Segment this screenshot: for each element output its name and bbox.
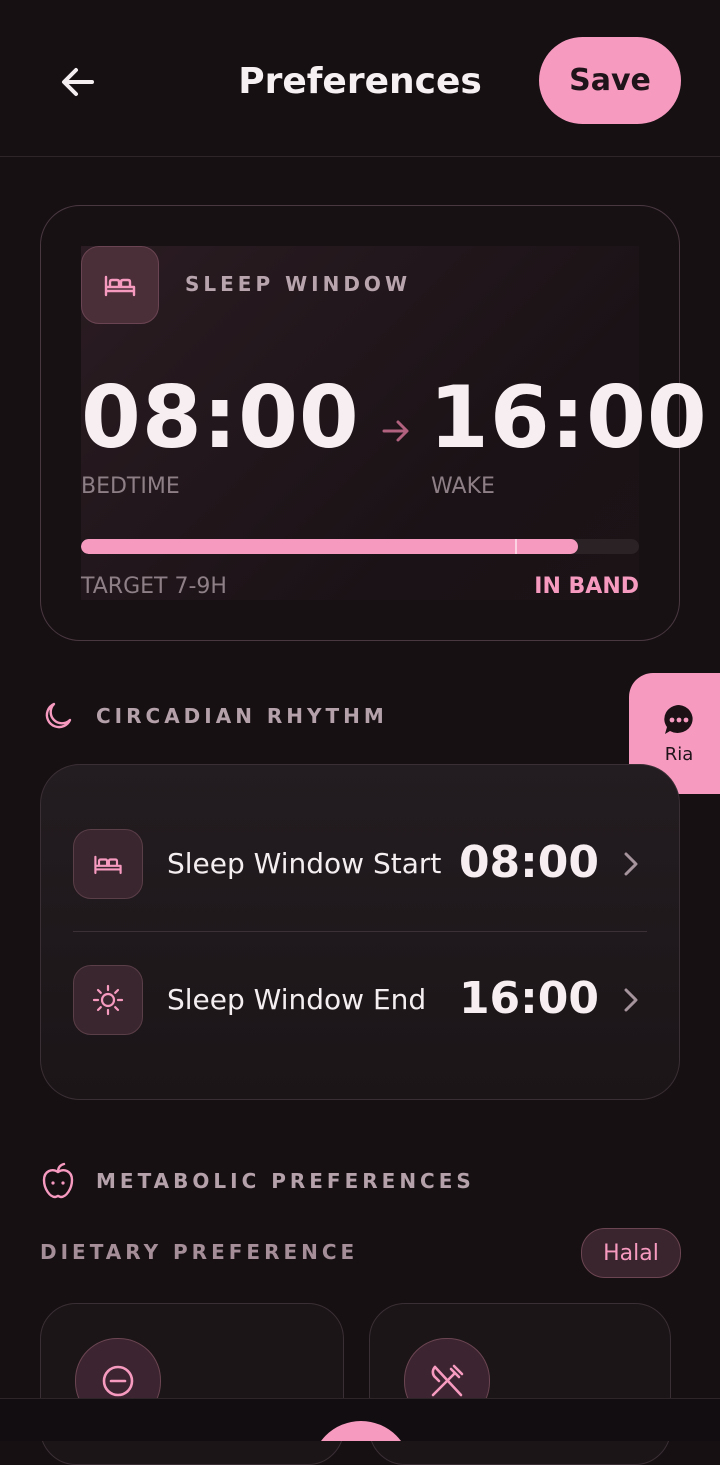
save-button[interactable]: Save [539,37,681,124]
sleep-window-icon-box [81,246,159,324]
sun-icon [92,984,124,1016]
sleep-window-card: SLEEP WINDOW 08:00 16:00 BEDTIME WAKE TA… [40,205,707,641]
dietary-preference-label: DIETARY PREFERENCE [40,1240,359,1264]
row-divider [73,931,647,932]
sleep-window-start-row[interactable]: Sleep Window Start 08:00 [73,829,647,901]
circadian-section-title: CIRCADIAN RHYTHM [96,704,388,728]
bedtime-value: 08:00 [81,368,360,468]
sleep-progress-track [81,539,639,554]
bed-icon [94,855,122,875]
bedtime-label: BEDTIME [81,474,180,499]
chat-bubble-icon [664,705,693,734]
row-label: Sleep Window Start [167,847,442,880]
row-icon-box [73,965,143,1035]
ria-label: Ria [664,744,694,765]
sleep-progress-fill [81,539,578,554]
arrow-right-icon [382,420,409,442]
chevron-right-icon [624,988,638,1012]
dietary-preference-badge[interactable]: Halal [581,1228,681,1278]
row-label: Sleep Window End [167,983,427,1016]
sleep-window-label: SLEEP WINDOW [185,272,411,296]
target-label: TARGET 7-9H [81,574,227,599]
wake-value: 16:00 [429,368,708,468]
row-icon-box [73,829,143,899]
minus-circle-icon [102,1365,134,1397]
status-badge: IN BAND [534,574,639,599]
sleep-window-end-row[interactable]: Sleep Window End 16:00 [73,965,647,1037]
bottom-navigation [0,1398,720,1441]
row-value: 16:00 [458,973,599,1024]
circadian-card: Sleep Window Start 08:00 Sleep Window En… [40,764,680,1100]
utensils-crossed-icon [431,1364,464,1397]
sleep-window-panel: SLEEP WINDOW 08:00 16:00 BEDTIME WAKE TA… [81,246,707,600]
target-band-marker [515,539,517,554]
apple-icon [42,1162,74,1199]
moon-icon [45,702,72,729]
wake-label: WAKE [431,474,495,499]
row-value: 08:00 [458,837,599,888]
bed-icon [104,275,136,297]
metabolic-section-title: METABOLIC PREFERENCES [96,1169,475,1193]
chevron-right-icon [624,852,638,876]
metabolic-section-header: METABOLIC PREFERENCES [40,1162,475,1200]
nav-center-button[interactable] [311,1421,411,1441]
circadian-section-header: CIRCADIAN RHYTHM [40,698,388,734]
top-bar: Preferences Save [0,0,720,157]
